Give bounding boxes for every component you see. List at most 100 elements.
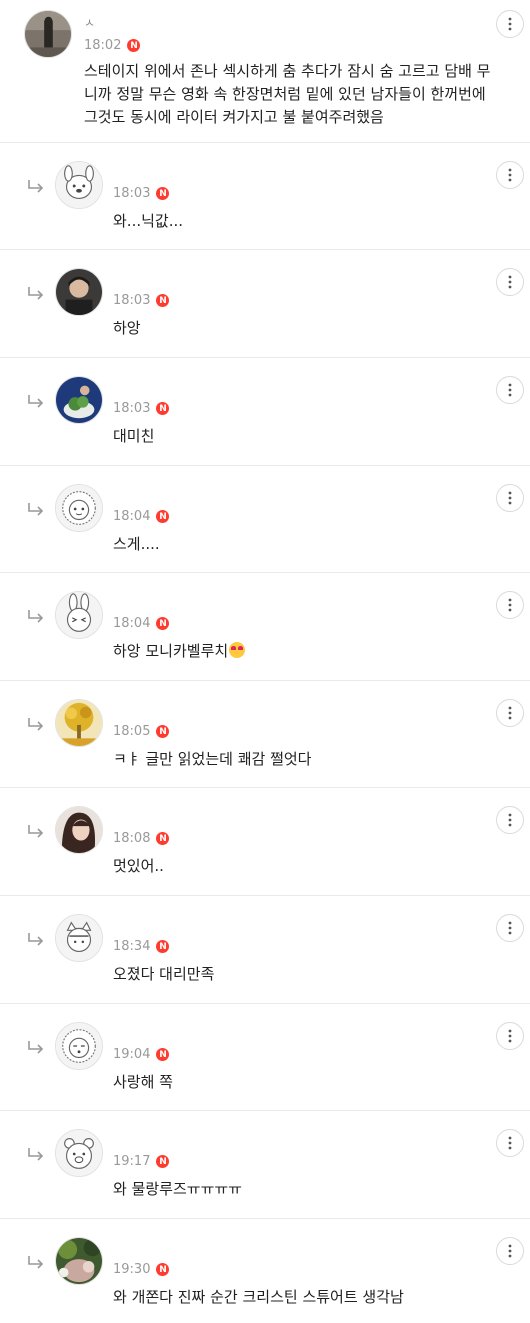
reply-item: 18:08 N 멋있어.. [0, 788, 530, 896]
comment-meta: 19:04 N [113, 1047, 170, 1062]
more-vertical-icon [508, 706, 512, 720]
more-options-button[interactable] [496, 914, 524, 942]
more-vertical-icon [508, 598, 512, 612]
new-badge: N [156, 1155, 170, 1168]
more-options-button[interactable] [496, 268, 524, 296]
reply-item: 18:03 N 와...닉값... [0, 143, 530, 250]
reply-text-content: 하앙 모니카벨루치 [113, 642, 229, 660]
avatar[interactable] [55, 268, 103, 316]
reply-text: 와 개쫀다 진짜 순간 크리스틴 스튜어트 생각남 [113, 1288, 404, 1306]
more-options-button[interactable] [496, 1022, 524, 1050]
more-vertical-icon [508, 1244, 512, 1258]
more-options-button[interactable] [496, 699, 524, 727]
timestamp: 18:03 [113, 293, 151, 308]
avatar[interactable] [55, 699, 103, 747]
more-options-button[interactable] [496, 484, 524, 512]
comment-top: ㅅ 18:02 N 스테이지 위에서 존나 섹시하게 춤 추다가 잠시 숨 고르… [0, 0, 530, 143]
username[interactable]: ㅅ [84, 14, 95, 31]
reply-text: 와...닉값... [113, 212, 184, 230]
more-options-button[interactable] [496, 591, 524, 619]
more-vertical-icon [508, 17, 512, 31]
comment-meta: 18:03 N [113, 186, 170, 201]
avatar[interactable] [55, 591, 103, 639]
comment-meta: 18:34 N [113, 939, 170, 954]
more-options-button[interactable] [496, 806, 524, 834]
avatar[interactable] [55, 914, 103, 962]
avatar[interactable] [55, 1129, 103, 1177]
avatar[interactable] [55, 376, 103, 424]
timestamp: 19:30 [113, 1262, 151, 1277]
reply-text: 와 물랑루즈ㅠㅠㅠㅠ [113, 1180, 242, 1198]
more-options-button[interactable] [496, 10, 524, 38]
more-options-button[interactable] [496, 161, 524, 189]
reply-arrow-icon [28, 718, 44, 731]
new-badge: N [156, 187, 170, 200]
comment-meta: 18:02 N [84, 38, 141, 53]
avatar[interactable] [55, 1022, 103, 1070]
reply-arrow-icon [28, 180, 44, 193]
avatar[interactable] [24, 10, 72, 58]
more-vertical-icon [508, 921, 512, 935]
reply-text: ㅋㅑ 글만 읽었는데 쾌감 쩔엇다 [113, 750, 312, 768]
more-vertical-icon [508, 491, 512, 505]
timestamp: 18:05 [113, 724, 151, 739]
reply-text: 하앙 모니카벨루치 [113, 640, 246, 663]
comment-meta: 18:04 N [113, 616, 170, 631]
reply-text: 멋있어.. [113, 857, 164, 875]
new-badge: N [156, 725, 170, 738]
reply-item: 19:04 N 사랑해 쪽 [0, 1004, 530, 1111]
timestamp: 19:04 [113, 1047, 151, 1062]
new-badge: N [156, 294, 170, 307]
comment-meta: 19:17 N [113, 1154, 170, 1169]
reply-text: 사랑해 쪽 [113, 1073, 173, 1091]
comment-meta: 19:30 N [113, 1262, 170, 1277]
avatar[interactable] [55, 161, 103, 209]
timestamp: 18:08 [113, 831, 151, 846]
new-badge: N [156, 1048, 170, 1061]
new-badge: N [156, 832, 170, 845]
timestamp: 18:03 [113, 401, 151, 416]
comment-meta: 18:08 N [113, 831, 170, 846]
more-vertical-icon [508, 813, 512, 827]
reply-arrow-icon [28, 610, 44, 623]
timestamp: 18:04 [113, 509, 151, 524]
reply-item: 18:05 N ㅋㅑ 글만 읽었는데 쾌감 쩔엇다 [0, 681, 530, 788]
reply-arrow-icon [28, 933, 44, 946]
timestamp: 18:02 [84, 38, 122, 53]
avatar[interactable] [55, 1237, 103, 1285]
more-options-button[interactable] [496, 376, 524, 404]
more-vertical-icon [508, 275, 512, 289]
reply-text: 하앙 [113, 319, 141, 337]
avatar[interactable] [55, 806, 103, 854]
new-badge: N [156, 402, 170, 415]
more-vertical-icon [508, 168, 512, 182]
heart-eyes-emoji-icon [229, 642, 246, 658]
comment-text-line: 그것도 동시에 라이터 켜가지고 불 붙여주려했음 [84, 108, 384, 126]
comment-text-line: 스테이지 위에서 존나 섹시하게 춤 추다가 잠시 숨 고르고 담배 무 [84, 62, 491, 80]
more-vertical-icon [508, 383, 512, 397]
reply-text: 스게.... [113, 535, 160, 553]
reply-arrow-icon [28, 503, 44, 516]
more-options-button[interactable] [496, 1129, 524, 1157]
comment-meta: 18:03 N [113, 293, 170, 308]
new-badge: N [156, 940, 170, 953]
reply-item: 18:04 N 하앙 모니카벨루치 [0, 573, 530, 681]
timestamp: 18:04 [113, 616, 151, 631]
more-vertical-icon [508, 1136, 512, 1150]
more-options-button[interactable] [496, 1237, 524, 1265]
reply-text: 오졌다 대리만족 [113, 965, 215, 983]
reply-arrow-icon [28, 1148, 44, 1161]
comment-meta: 18:04 N [113, 509, 170, 524]
reply-item: 19:17 N 와 물랑루즈ㅠㅠㅠㅠ [0, 1111, 530, 1219]
reply-item: 19:30 N 와 개쫀다 진짜 순간 크리스틴 스튜어트 생각남 [0, 1219, 530, 1323]
timestamp: 18:34 [113, 939, 151, 954]
reply-item: 18:04 N 스게.... [0, 466, 530, 573]
reply-text: 대미친 [113, 427, 155, 445]
avatar[interactable] [55, 484, 103, 532]
new-badge: N [127, 39, 141, 52]
timestamp: 19:17 [113, 1154, 151, 1169]
reply-arrow-icon [28, 395, 44, 408]
comment-text-line: 니까 정말 무슨 영화 속 한장면처럼 밑에 있던 남자들이 한꺼번에 [84, 85, 486, 103]
more-vertical-icon [508, 1029, 512, 1043]
reply-arrow-icon [28, 1256, 44, 1269]
